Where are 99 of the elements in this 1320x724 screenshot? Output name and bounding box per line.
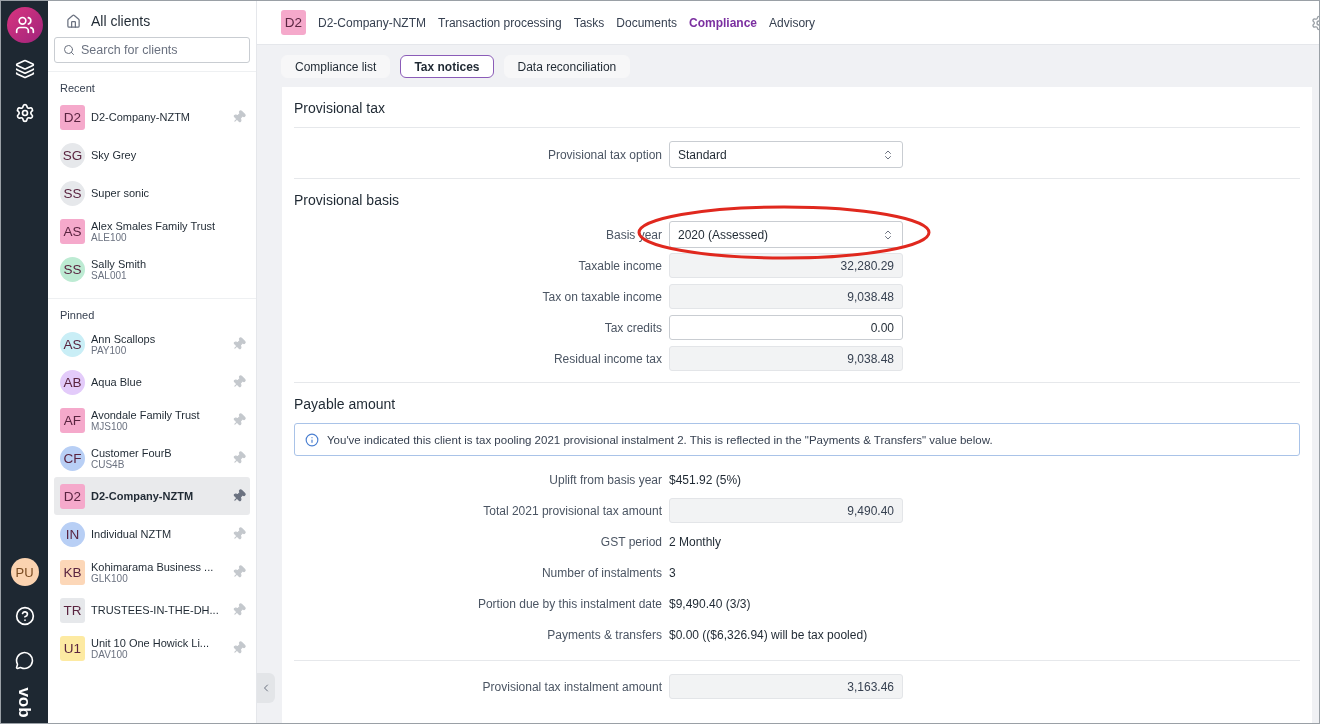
client-name: Sky Grey [91, 149, 138, 161]
client-avatar: U1 [60, 635, 85, 661]
readonly-field: 9,038.48 [669, 284, 903, 309]
client-name: Avondale Family Trust [91, 408, 201, 421]
search-icon [63, 44, 75, 56]
field-value: 2 Monthly [669, 534, 723, 549]
sidebar-title[interactable]: All clients [91, 13, 151, 29]
field-label: Uplift from basis year [548, 472, 662, 487]
field-value: $9,490.40 (3/3) [669, 596, 752, 611]
field-label: Number of instalments [540, 565, 662, 580]
logo: vob [16, 687, 33, 718]
collapse-button[interactable] [257, 673, 275, 703]
client-item[interactable]: D2 D2-Company-NZTM [54, 477, 250, 515]
field-label: Portion due by this instalment date [476, 596, 662, 611]
nav-link[interactable]: Documents [616, 15, 678, 30]
field-label: Tax on taxable income [541, 289, 662, 304]
nav-link[interactable]: Transaction processing [438, 15, 562, 30]
client-code: PAY100 [91, 344, 127, 356]
section-title: Provisional basis [294, 191, 401, 210]
field-label: Payments & transfers [546, 627, 662, 642]
user-avatar[interactable]: PU [10, 558, 39, 586]
client-code: ALE100 [91, 231, 128, 243]
client-name: D2-Company-NZTM [91, 490, 195, 502]
select-field[interactable]: 2020 (Assessed) [669, 221, 903, 248]
client-avatar: SS [60, 256, 85, 282]
client-avatar: D2 [281, 10, 306, 35]
field-label: GST period [599, 534, 662, 549]
client-item[interactable]: TR TRUSTEES-IN-THE-DH... [54, 591, 250, 629]
client-name: Unit 10 One Howick Li... [91, 636, 210, 649]
readonly-field: 32,280.29 [669, 253, 903, 278]
field-label: Provisional tax option [546, 147, 662, 162]
client-name: D2-Company-NZTM [318, 15, 426, 30]
client-item[interactable]: D2 D2-Company-NZTM [54, 98, 250, 136]
field-value: $451.92 (5%) [669, 472, 743, 487]
client-avatar: AF [60, 407, 85, 433]
tab[interactable]: Compliance list [281, 55, 391, 78]
client-name: Sally Smith [91, 257, 148, 270]
client-avatar: IN [60, 521, 85, 547]
section-label: Recent [59, 81, 96, 96]
info-text: You've indicated this client is tax pooling 2021 provisional instalment 2. This is reflected in the "Payments & Transfers" value below. [327, 433, 993, 446]
field-label: Tax credits [603, 320, 662, 335]
field-value: 3 [669, 565, 677, 580]
tab[interactable]: Tax notices [400, 55, 494, 78]
field-label: Total 2021 provisional tax amount [482, 503, 662, 518]
client-avatar: KB [60, 559, 85, 585]
readonly-field: 3,163.46 [669, 674, 903, 699]
select-field[interactable]: Standard [669, 141, 903, 168]
client-avatar: SS [60, 180, 85, 206]
chat-bubble-icon [15, 650, 34, 670]
section-label: Pinned [59, 308, 96, 323]
nav-link[interactable]: Advisory [769, 15, 816, 30]
client-avatar: AS [60, 331, 85, 357]
client-code: DAV100 [91, 648, 129, 660]
layers-icon [14, 59, 35, 79]
clients-button[interactable] [6, 7, 43, 43]
client-avatar: D2 [60, 483, 85, 509]
client-code: MJS100 [91, 420, 129, 432]
client-item[interactable]: SS Super sonic [54, 174, 250, 212]
client-avatar: TR [60, 597, 85, 623]
tab[interactable]: Data reconciliation [503, 55, 631, 78]
client-name: Individual NZTM [91, 528, 173, 540]
chevron-updown-icon [882, 228, 894, 241]
help-icon [14, 606, 35, 626]
client-name: D2-Company-NZTM [91, 111, 191, 123]
client-name: Aqua Blue [91, 376, 143, 388]
home-icon [66, 13, 81, 29]
readonly-field: 9,038.48 [669, 346, 903, 371]
people-icon [14, 15, 35, 35]
section-title: Payable amount [294, 395, 397, 414]
readonly-field: 9,490.40 [669, 498, 903, 523]
client-avatar: AB [60, 369, 85, 395]
section-title: Provisional tax [294, 87, 1300, 128]
client-item[interactable]: AB Aqua Blue [54, 363, 250, 401]
client-name: Customer FourB [91, 446, 173, 459]
info-icon [305, 432, 319, 447]
client-avatar: D2 [60, 104, 85, 130]
client-name: Alex Smales Family Trust [91, 219, 217, 232]
client-item[interactable]: SG Sky Grey [54, 136, 250, 174]
field-label: Residual income tax [552, 351, 662, 366]
client-name: Kohimarama Business ... [91, 560, 215, 573]
client-name: Super sonic [91, 187, 151, 199]
nav-link[interactable]: Compliance [689, 15, 758, 30]
settings-icon [14, 103, 35, 123]
field-label: Taxable income [577, 258, 662, 273]
client-item[interactable]: IN Individual NZTM [54, 515, 250, 553]
search-field[interactable]: Search for clients [54, 37, 250, 63]
nav-link[interactable]: Tasks [573, 15, 605, 30]
input-field[interactable]: 0.00 [669, 315, 903, 340]
client-name: Ann Scallops [91, 332, 157, 345]
client-avatar: SG [60, 142, 85, 168]
chevron-updown-icon [882, 148, 894, 161]
field-value: $0.00 (($6,326.94) will be tax pooled) [669, 627, 869, 642]
client-avatar: AS [60, 218, 85, 244]
field-label: Provisional tax instalment amount [481, 679, 662, 694]
client-code: GLK100 [91, 572, 129, 584]
client-avatar: CF [60, 445, 85, 471]
client-code: CUS4B [91, 458, 126, 470]
client-code: SAL001 [91, 269, 128, 281]
client-name: TRUSTEES-IN-THE-DH... [91, 604, 220, 616]
